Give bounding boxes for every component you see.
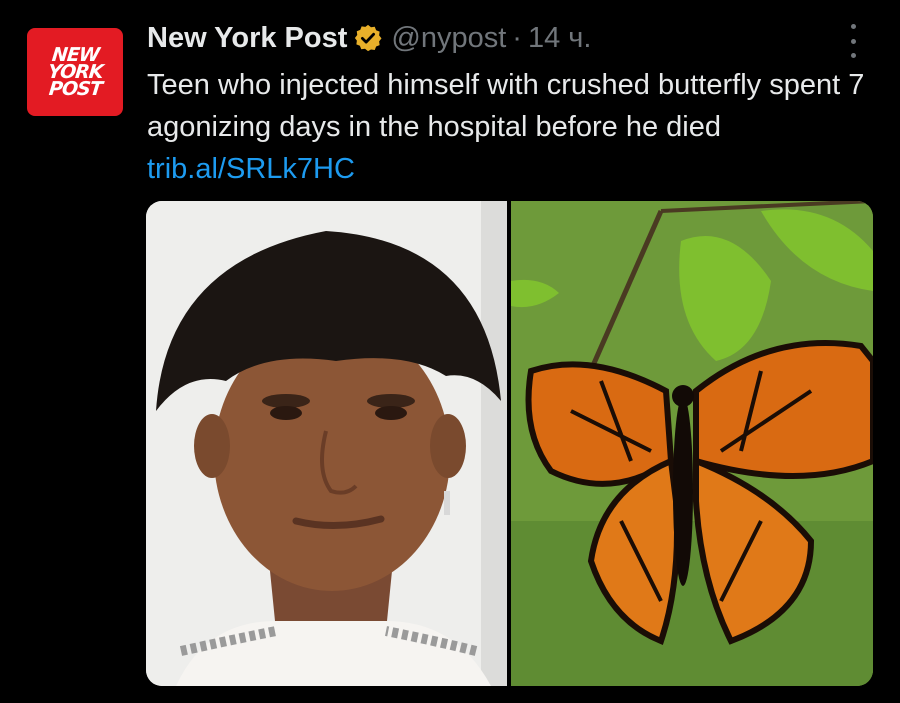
verified-badge-icon[interactable]	[353, 23, 383, 53]
tweet-header: New York Post @nypost · 14 ч.	[147, 18, 591, 58]
media-photo-teen[interactable]	[146, 201, 507, 686]
author-handle[interactable]: @nypost	[391, 22, 506, 55]
timestamp[interactable]: 14 ч.	[528, 22, 591, 55]
teen-portrait-image	[146, 201, 507, 686]
more-dot	[850, 38, 856, 44]
butterfly-image	[511, 201, 873, 686]
tweet-text: Teen who injected himself with crushed b…	[147, 64, 867, 190]
tweet-body: Teen who injected himself with crushed b…	[147, 69, 865, 143]
logo-line: POST	[47, 77, 103, 100]
tweet-link[interactable]: trib.al/SRLk7HC	[147, 153, 355, 185]
more-dot	[850, 53, 856, 58]
separator-dot: ·	[512, 21, 522, 54]
more-dot	[850, 24, 856, 29]
media-grid	[146, 201, 873, 686]
avatar[interactable]: NEW YORK POST	[27, 28, 123, 116]
media-photo-butterfly[interactable]	[511, 201, 873, 686]
author-name[interactable]: New York Post	[147, 22, 347, 55]
more-options-button[interactable]	[838, 24, 868, 58]
